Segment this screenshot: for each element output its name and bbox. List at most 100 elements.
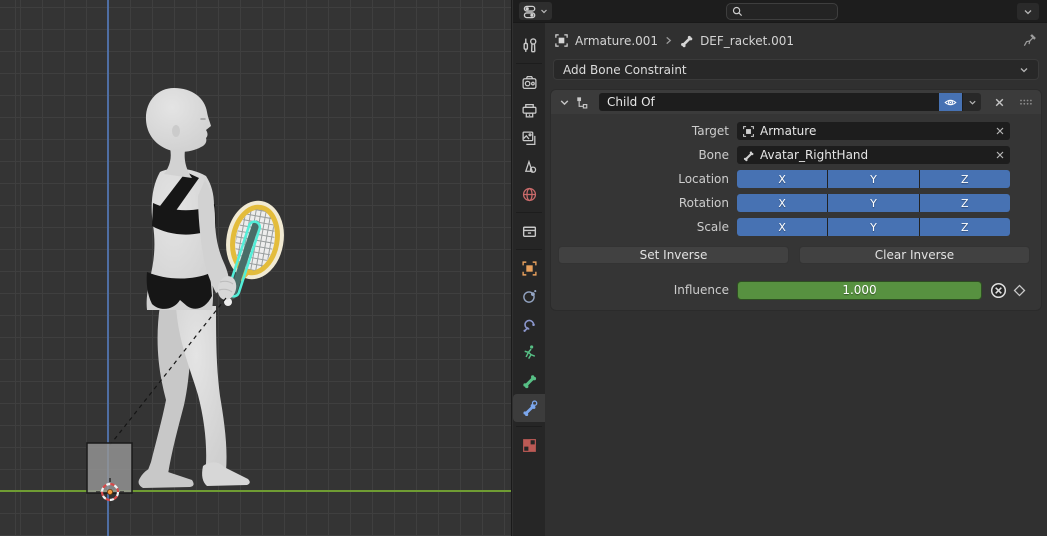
tab-render[interactable] — [513, 68, 545, 96]
view-layer-images-icon — [521, 130, 538, 147]
clear-inverse-button[interactable]: Clear Inverse — [799, 246, 1030, 264]
constraint-name: Child Of — [607, 95, 655, 109]
clear-bone-icon[interactable] — [995, 150, 1005, 160]
location-label: Location — [551, 172, 737, 186]
armature-running-man-icon — [521, 344, 538, 361]
animate-decorator-icon — [990, 282, 1007, 299]
constraint-visibility-toggle[interactable] — [939, 93, 962, 111]
tab-object[interactable] — [513, 254, 545, 282]
keyframe-diamond[interactable] — [1013, 284, 1026, 297]
set-inverse-button[interactable]: Set Inverse — [558, 246, 789, 264]
properties-header — [513, 0, 1047, 23]
bone-label: Bone — [551, 148, 737, 162]
properties-content: Armature.001 DEF_racket.001 — [545, 23, 1047, 536]
tab-tool[interactable] — [513, 31, 545, 59]
rotation-y-toggle[interactable]: Y — [828, 194, 918, 212]
constraint-panel-child-of: Child Of — [551, 90, 1041, 310]
rotation-axis-toggles: X Y Z — [737, 194, 1010, 212]
constraint-drag-handle[interactable] — [1019, 98, 1033, 106]
texture-checker-icon — [521, 437, 538, 454]
scale-z-toggle[interactable]: Z — [920, 218, 1010, 236]
close-icon — [994, 97, 1005, 108]
constraint-name-field[interactable]: Child Of — [599, 93, 939, 111]
3d-viewport[interactable] — [0, 0, 512, 536]
tab-scene[interactable] — [513, 152, 545, 180]
render-camera-icon — [521, 74, 538, 91]
tab-collection[interactable] — [513, 217, 545, 245]
bone-constraints-icon — [521, 400, 538, 417]
properties-tab-bar — [513, 23, 545, 536]
tab-object-constraints[interactable] — [513, 310, 545, 338]
tab-bone[interactable] — [513, 366, 545, 394]
add-bone-constraint-label: Add Bone Constraint — [563, 63, 1019, 77]
properties-editor: Armature.001 DEF_racket.001 — [513, 0, 1047, 536]
location-y-toggle[interactable]: Y — [828, 170, 918, 188]
add-bone-constraint-button[interactable]: Add Bone Constraint — [553, 59, 1039, 80]
rotation-x-toggle[interactable]: X — [737, 194, 827, 212]
properties-editor-icon — [523, 4, 538, 19]
search-input[interactable] — [747, 5, 827, 18]
influence-label: Influence — [551, 283, 737, 297]
tab-bone-constraints[interactable] — [513, 394, 545, 422]
chevron-down-icon — [1019, 65, 1029, 75]
chevron-down-icon — [968, 98, 977, 107]
target-field[interactable]: Armature — [737, 122, 1010, 140]
child-of-constraint-icon — [574, 95, 589, 110]
breadcrumb-bone[interactable]: DEF_racket.001 — [700, 34, 794, 48]
header-options-button[interactable] — [1017, 3, 1039, 20]
physics-icon — [521, 288, 538, 305]
scale-x-toggle[interactable]: X — [737, 218, 827, 236]
object-icon — [742, 125, 755, 138]
head — [146, 88, 211, 152]
tab-output[interactable] — [513, 96, 545, 124]
grip-dots-icon — [1019, 98, 1033, 106]
eye-icon — [944, 96, 957, 109]
expand-chevron-icon[interactable] — [559, 97, 570, 108]
search-box[interactable] — [726, 3, 838, 20]
tab-view-layer[interactable] — [513, 124, 545, 152]
chevron-right-icon — [664, 36, 673, 45]
bone-icon — [679, 33, 694, 48]
object-icon — [554, 33, 569, 48]
keyframe-diamond-icon — [1013, 284, 1026, 297]
tab-separator — [516, 426, 542, 427]
tool-icon — [521, 37, 538, 54]
breadcrumb-object[interactable]: Armature.001 — [575, 34, 658, 48]
scale-axis-toggles: X Y Z — [737, 218, 1010, 236]
output-printer-icon — [521, 102, 538, 119]
tab-object-data[interactable] — [513, 338, 545, 366]
constraint-delete-button[interactable] — [989, 97, 1009, 108]
scene-icon — [521, 158, 538, 175]
influence-decorator[interactable] — [990, 282, 1007, 299]
search-icon — [732, 6, 743, 17]
editor-type-button[interactable] — [519, 2, 552, 20]
bone-icon — [742, 149, 755, 162]
world-icon — [521, 186, 538, 203]
influence-value: 1.000 — [842, 283, 876, 297]
location-x-toggle[interactable]: X — [737, 170, 827, 188]
chevron-down-icon — [540, 7, 548, 15]
object-constraints-clamp-icon — [521, 316, 538, 333]
tab-physics[interactable] — [513, 282, 545, 310]
blender-window: Armature.001 DEF_racket.001 — [0, 0, 1047, 536]
bone-field[interactable]: Avatar_RightHand — [737, 146, 1010, 164]
scale-y-toggle[interactable]: Y — [828, 218, 918, 236]
clear-target-icon[interactable] — [995, 126, 1005, 136]
object-icon — [521, 260, 538, 277]
object-origin-dot — [107, 489, 112, 494]
target-box-object[interactable] — [87, 443, 132, 493]
tab-texture[interactable] — [513, 431, 545, 459]
constraint-panel-header[interactable]: Child Of — [551, 90, 1041, 114]
constraint-extras-dropdown[interactable] — [962, 93, 981, 111]
tab-separator — [516, 249, 542, 250]
bone-icon — [521, 372, 538, 389]
target-value: Armature — [760, 124, 990, 138]
constraint-name-group: Child Of — [599, 93, 981, 111]
location-z-toggle[interactable]: Z — [920, 170, 1010, 188]
target-label: Target — [551, 124, 737, 138]
rotation-z-toggle[interactable]: Z — [920, 194, 1010, 212]
tab-world[interactable] — [513, 180, 545, 208]
pin-icon[interactable] — [1022, 33, 1037, 48]
influence-slider[interactable]: 1.000 — [737, 281, 982, 300]
scene-graphics — [0, 0, 512, 536]
